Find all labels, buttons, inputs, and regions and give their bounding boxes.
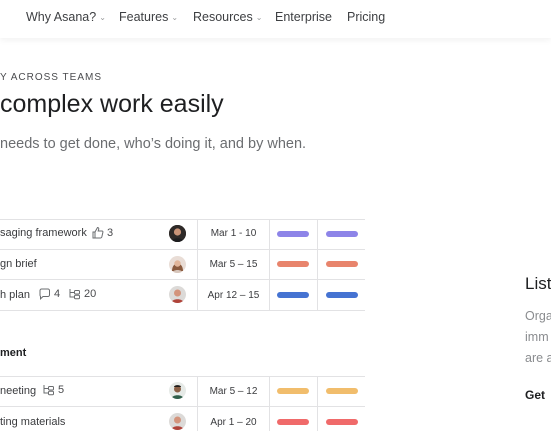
side-text-line: are a xyxy=(525,351,551,365)
chevron-down-icon: ⌄ xyxy=(171,13,179,22)
top-nav: Why Asana? ⌄ Features ⌄ Resources ⌄ Enterpr… xyxy=(0,0,551,38)
table-divider xyxy=(0,279,365,280)
nav-resources[interactable]: Resources ⌄ xyxy=(193,10,262,24)
likes-count[interactable]: 3 xyxy=(91,226,113,239)
due-date: Mar 5 – 15 xyxy=(209,259,258,270)
subtasks-count[interactable]: 5 xyxy=(42,384,64,396)
column-divider xyxy=(317,219,318,310)
hero-eyebrow: Y ACROSS TEAMS xyxy=(0,72,102,83)
nav-label: Why Asana? xyxy=(26,10,97,24)
subtask-icon xyxy=(43,385,54,396)
due-date: Apr 1 – 20 xyxy=(210,417,257,428)
nav-pricing[interactable]: Pricing xyxy=(347,10,385,24)
subtask-icon xyxy=(69,289,80,300)
status-pill xyxy=(277,261,309,267)
subtasks-value: 5 xyxy=(58,384,65,396)
status-pill xyxy=(326,388,358,394)
likes-value: 3 xyxy=(107,226,114,239)
status-pill xyxy=(326,292,358,298)
column-divider xyxy=(269,219,270,310)
task-name: ting materials xyxy=(0,416,66,428)
nav-enterprise[interactable]: Enterprise xyxy=(275,10,332,24)
hero-subhead: needs to get done, who’s doing it, and b… xyxy=(0,136,307,152)
status-pill xyxy=(326,261,358,267)
column-divider xyxy=(269,376,270,431)
comments-count[interactable]: 4 xyxy=(38,288,60,300)
subtasks-count[interactable]: 20 xyxy=(68,288,96,300)
nav-features[interactable]: Features ⌄ xyxy=(119,10,178,24)
status-pill xyxy=(277,388,309,394)
side-text-line: imm xyxy=(525,330,549,344)
status-pill xyxy=(326,231,358,237)
thumbs-up-icon xyxy=(92,226,104,239)
status-pill xyxy=(326,419,358,425)
task-name: neeting xyxy=(0,385,37,397)
hero-headline: complex work easily xyxy=(0,90,224,118)
status-pill xyxy=(277,419,309,425)
subtasks-value: 20 xyxy=(84,288,97,300)
table-divider xyxy=(0,249,365,250)
nav-label: Features xyxy=(119,10,169,24)
comment-icon xyxy=(39,288,50,300)
comments-value: 4 xyxy=(54,288,61,300)
chevron-down-icon: ⌄ xyxy=(99,13,106,22)
table-divider xyxy=(0,406,365,407)
avatar xyxy=(169,256,186,273)
nav-label: Enterprise xyxy=(275,10,332,24)
side-cta-link[interactable]: Get xyxy=(525,388,545,402)
table-divider xyxy=(0,376,365,377)
section-title: ment xyxy=(0,347,27,359)
nav-label: Pricing xyxy=(347,10,386,24)
chevron-down-icon: ⌄ xyxy=(255,13,263,22)
task-name: saging framework xyxy=(0,227,87,239)
due-date: Mar 5 – 12 xyxy=(209,386,258,397)
due-date: Mar 1 - 10 xyxy=(210,228,257,239)
avatar xyxy=(169,382,186,399)
due-date: Apr 12 – 15 xyxy=(207,290,260,301)
side-title: List xyxy=(525,274,551,293)
avatar xyxy=(169,225,186,242)
task-name: gn brief xyxy=(0,258,37,270)
avatar xyxy=(169,286,186,303)
table-divider xyxy=(0,310,365,311)
column-divider xyxy=(317,376,318,431)
status-pill xyxy=(277,292,309,298)
task-name: h plan xyxy=(0,289,30,301)
nav-why-asana[interactable]: Why Asana? ⌄ xyxy=(26,10,106,24)
status-pill xyxy=(277,231,309,237)
avatar xyxy=(169,413,186,430)
nav-label: Resources xyxy=(193,10,253,24)
side-text-line: Orga xyxy=(525,309,551,323)
table-divider xyxy=(0,219,365,220)
